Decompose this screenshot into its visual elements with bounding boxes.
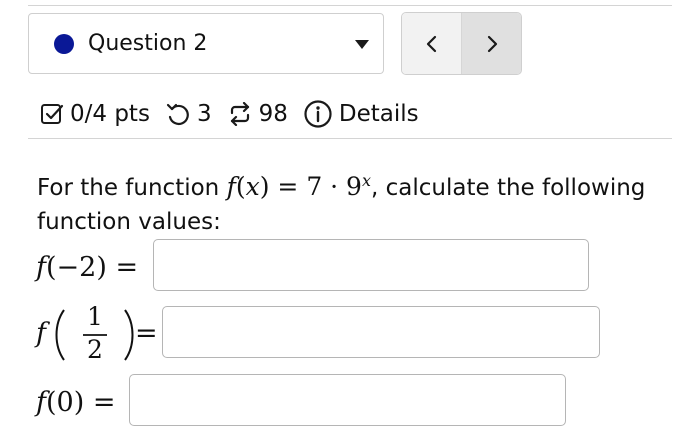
versions-count: 98 xyxy=(258,101,288,127)
problem-prefix: For the function xyxy=(37,175,227,201)
function-body: ) = 7 · 9 xyxy=(259,172,362,201)
function-variable: x xyxy=(245,172,260,201)
answer-label-f-0: f(0) = xyxy=(36,386,115,420)
answer-func-name: f xyxy=(36,387,46,418)
equals-sign: = xyxy=(92,387,116,418)
checkbox-icon xyxy=(41,104,64,124)
question-label: Question 2 xyxy=(88,31,208,56)
retries-count: 3 xyxy=(196,101,212,127)
score-text: 0/4 pts xyxy=(70,101,150,127)
answer-arg: (0) xyxy=(46,387,85,418)
chevron-right-icon xyxy=(487,35,497,52)
function-lparen: ( xyxy=(235,172,246,201)
question-status-row: 0/4 pts 3 98 Details xyxy=(40,94,419,134)
equals-sign: = xyxy=(115,252,139,283)
next-question-button[interactable] xyxy=(462,13,521,74)
question-nav xyxy=(401,12,522,75)
answer-input-f-neg2[interactable] xyxy=(153,239,589,291)
details-link[interactable]: Details xyxy=(339,101,419,127)
function-exponent: x xyxy=(361,171,371,190)
info-icon[interactable] xyxy=(303,99,333,129)
question-status-dot xyxy=(54,34,74,54)
function-definition: f(x) = 7 · 9x xyxy=(227,172,371,201)
fraction-numerator: 1 xyxy=(87,302,103,331)
function-name: f xyxy=(226,172,236,201)
answer-label-f-neg2: f(−2) = xyxy=(36,251,138,285)
top-divider xyxy=(28,5,672,6)
fraction-denominator: 2 xyxy=(87,335,103,364)
equals-sign: = xyxy=(135,318,158,349)
problem-statement: For the function f(x) = 7 · 9x, calculat… xyxy=(37,170,677,239)
versions-icon xyxy=(230,102,249,126)
answer-func-name: f xyxy=(36,252,46,283)
chevron-left-icon xyxy=(426,35,436,52)
answer-input-f-half[interactable] xyxy=(162,306,600,358)
retry-icon xyxy=(166,103,189,126)
question-select[interactable]: Question 2 xyxy=(28,13,384,74)
answer-arg: (−2) xyxy=(46,252,107,283)
previous-question-button[interactable] xyxy=(402,13,462,74)
answer-input-f-0[interactable] xyxy=(129,374,566,426)
section-divider xyxy=(28,138,672,139)
dropdown-caret-icon xyxy=(355,40,369,49)
answer-label-f-half: f 1 2 = xyxy=(36,302,158,364)
